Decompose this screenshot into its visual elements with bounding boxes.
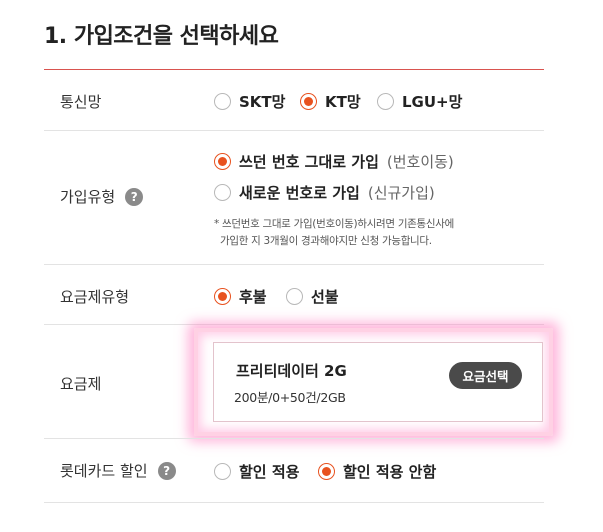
radio-lgu[interactable] [377,93,394,110]
join-type-option-new-paren: (신규가입) [367,184,435,202]
plan-type-option-prepaid[interactable]: 선불 [286,286,339,307]
plan-type-option-prepaid-label: 선불 [311,288,339,306]
lotte-card-label-text: 롯데카드 할인 [60,462,148,480]
join-type-label-text: 가입유형 [60,188,116,206]
join-type-note: * 쓰던번호 그대로 가입(번호이동)하시려면 기존통신사에 가입한 지 3개월… [214,216,454,250]
network-label: 통신망 [60,91,101,112]
join-type-option-port[interactable]: 쓰던 번호 그대로 가입 (번호이동) [214,151,454,172]
network-option-kt-label: KT망 [325,93,361,111]
radio-postpaid[interactable] [214,288,231,305]
lotte-card-label: 롯데카드 할인 ? [60,460,176,481]
network-option-skt[interactable]: SKT망 [214,91,285,112]
radio-skt[interactable] [214,93,231,110]
help-icon[interactable]: ? [125,187,144,206]
network-option-skt-label: SKT망 [239,93,286,111]
plan-label: 요금제 [60,373,101,394]
network-label-text: 통신망 [60,93,102,111]
page-title: 1. 가입조건을 선택하세요 [44,24,279,49]
network-option-lgu[interactable]: LGU+망 [377,91,462,112]
row-divider [44,324,544,325]
join-type-label: 가입유형 ? [60,186,144,207]
help-icon[interactable]: ? [157,461,176,480]
network-option-lgu-label: LGU+망 [402,93,463,111]
plan-type-label: 요금제유형 [60,286,129,307]
radio-discount-apply[interactable] [214,463,231,480]
radio-discount-none[interactable] [318,463,335,480]
join-type-option-new[interactable]: 새로운 번호로 가입 (신규가입) [214,182,435,203]
title-divider [44,69,544,70]
radio-kt[interactable] [300,93,317,110]
lotte-card-option-apply[interactable]: 할인 적용 [214,461,299,482]
plan-label-text: 요금제 [60,375,102,393]
join-type-option-port-paren: (번호이동) [386,153,454,171]
join-type-note-line1: * 쓰던번호 그대로 가입(번호이동)하시려면 기존통신사에 [214,218,454,230]
row-divider [44,438,544,439]
plan-type-option-postpaid[interactable]: 후불 [214,286,267,307]
join-type-option-new-label: 새로운 번호로 가입 [239,184,360,202]
lotte-card-option-apply-label: 할인 적용 [239,463,300,481]
plan-type-label-text: 요금제유형 [60,288,130,306]
row-divider [44,130,544,131]
row-divider [44,502,544,503]
network-option-kt[interactable]: KT망 [300,91,361,112]
radio-port[interactable] [214,153,231,170]
radio-new[interactable] [214,184,231,201]
lotte-card-option-none-label: 할인 적용 안함 [343,463,437,481]
select-plan-button[interactable]: 요금선택 [449,362,522,389]
join-type-note-line2: 가입한 지 3개월이 경과해야지만 신청 가능합니다. [220,235,432,247]
row-divider [44,264,544,265]
plan-name: 프리티데이터 2G [236,362,347,380]
join-type-option-port-label: 쓰던 번호 그대로 가입 [239,153,379,171]
plan-type-option-postpaid-label: 후불 [239,288,267,306]
lotte-card-option-none[interactable]: 할인 적용 안함 [318,461,436,482]
radio-prepaid[interactable] [286,288,303,305]
plan-description: 200분/0+50건/2GB [234,390,346,405]
